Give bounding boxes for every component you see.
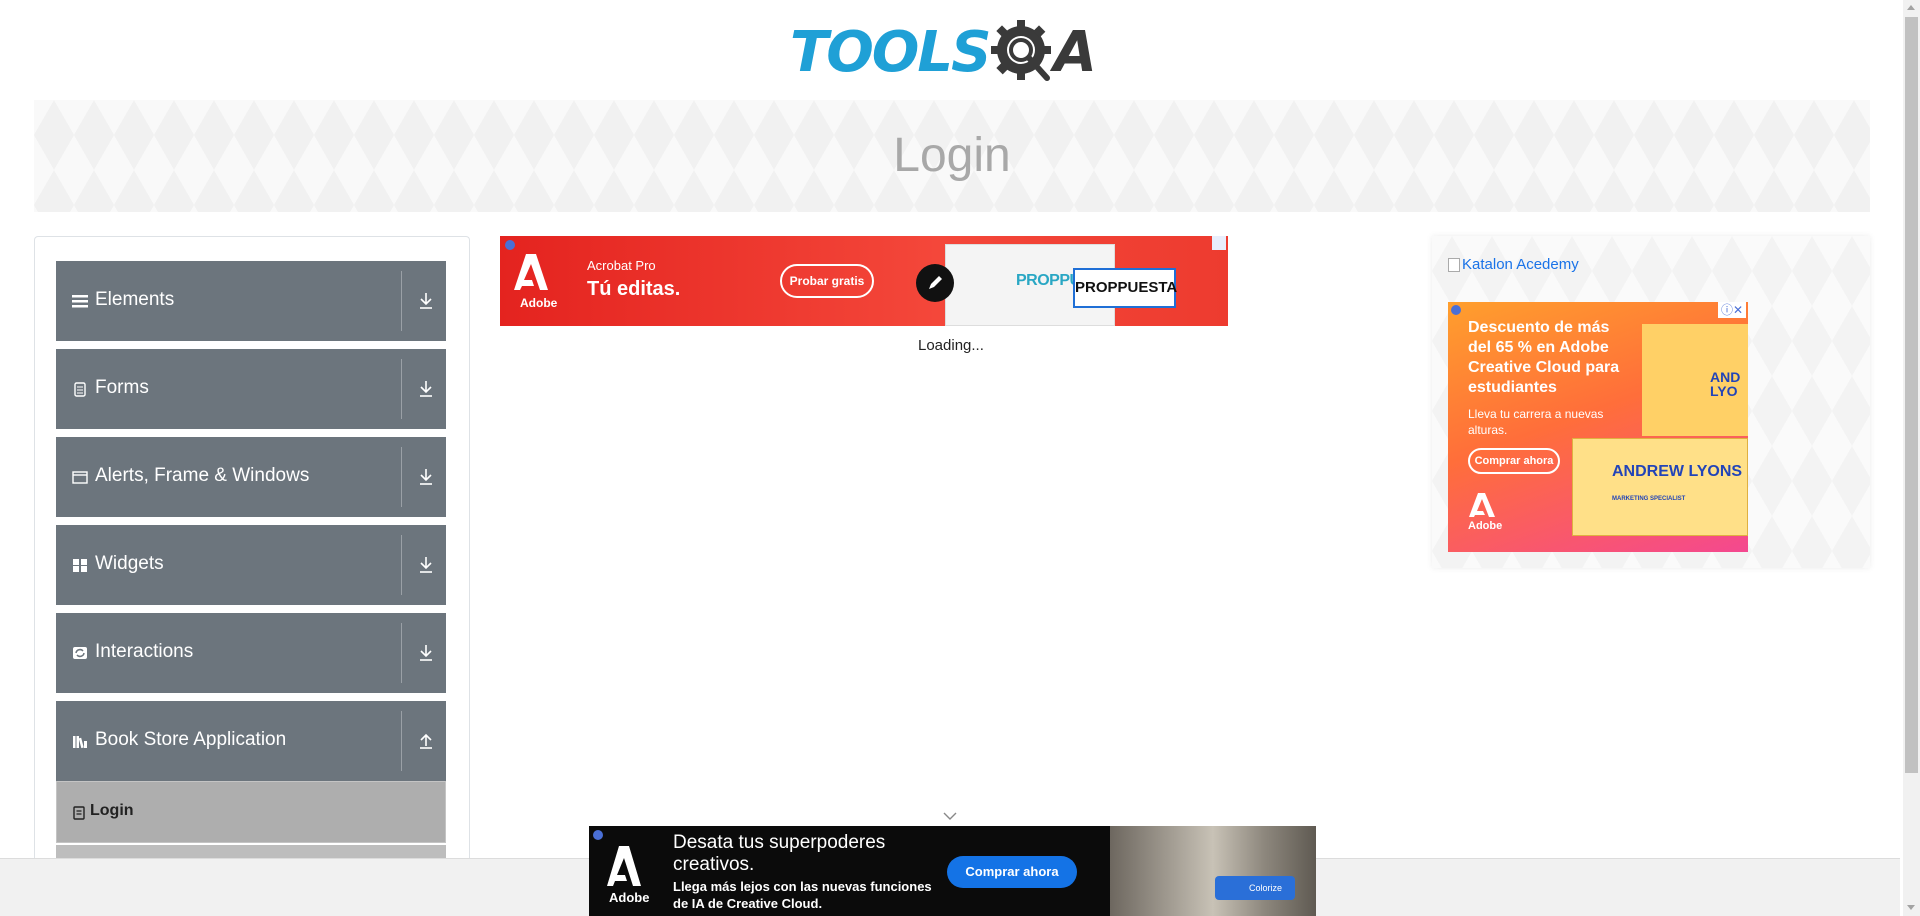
widgets-grid-icon xyxy=(72,557,88,573)
ad-card-text: AND LYO xyxy=(1710,369,1741,399)
ad-subtext: Llega más lejos con las nuevas funciones… xyxy=(673,879,932,911)
adobe-brand-text: Adobe xyxy=(1468,520,1503,532)
download-arrow-icon[interactable] xyxy=(418,291,434,311)
logo-a-text: A xyxy=(1053,19,1097,85)
colorize-toggle: Colorize xyxy=(1215,876,1295,900)
sidebar-group-label: Elements xyxy=(95,289,175,310)
gear-magnifier-icon xyxy=(991,20,1055,84)
sidebar-item-login[interactable]: Login xyxy=(56,781,446,843)
sidebar-group-label: Interactions xyxy=(95,641,194,662)
ad-choices-icon[interactable] xyxy=(1212,236,1226,250)
divider xyxy=(401,535,402,595)
sidebar-group-widgets[interactable]: Widgets xyxy=(56,525,446,605)
download-arrow-icon[interactable] xyxy=(418,379,434,399)
download-arrow-icon[interactable] xyxy=(418,643,434,663)
interactions-icon xyxy=(72,645,88,661)
adobe-logo-icon xyxy=(605,842,643,888)
ad-headline: Desata tus superpoderes creativos. xyxy=(673,832,886,875)
adobe-logo-icon xyxy=(1468,492,1496,518)
pen-icon xyxy=(916,264,954,302)
ad-card-role: MARKETING SPECIALIST xyxy=(1612,496,1686,502)
right-ad-panel: Katalon Acedemy ⓘ✕ AND LYO ANDREW LYONS … xyxy=(1432,236,1870,568)
sidebar-group-label: Forms xyxy=(95,377,149,398)
ad-cta-button[interactable]: Probar gratis xyxy=(780,264,874,298)
ad-headline: Tú editas. xyxy=(587,278,681,300)
chevron-down-icon[interactable] xyxy=(943,808,957,820)
ad-cta-button[interactable]: Comprar ahora xyxy=(1468,448,1560,474)
ad-close-icon[interactable]: ⓘ✕ xyxy=(1718,302,1746,318)
window-icon xyxy=(72,469,88,485)
ad-product-text: Acrobat Pro xyxy=(587,258,656,273)
acrobat-ad-banner[interactable]: Adobe Acrobat Pro Tú editas. Probar grat… xyxy=(500,236,1228,326)
ad-headline: Descuento de más del 65 % en Adobe Creat… xyxy=(1468,319,1620,396)
loading-text: Loading... xyxy=(918,337,984,354)
scrollbar-thumb[interactable] xyxy=(1905,17,1918,773)
sidebar-group-elements[interactable]: Elements xyxy=(56,261,446,341)
left-sidebar: Elements Forms Alerts, Frame & Windows W… xyxy=(34,236,470,916)
ad-badge-icon xyxy=(505,240,515,250)
document-icon xyxy=(72,381,88,397)
divider xyxy=(401,711,402,771)
divider xyxy=(401,447,402,507)
vintage-photo-image xyxy=(1110,826,1316,916)
sidebar-group-alerts[interactable]: Alerts, Frame & Windows xyxy=(56,437,446,517)
id-card-icon xyxy=(73,806,85,820)
upload-arrow-icon[interactable] xyxy=(418,731,434,751)
sidebar-group-forms[interactable]: Forms xyxy=(56,349,446,429)
sidebar-item-label: Login xyxy=(90,802,134,819)
sidebar-group-interactions[interactable]: Interactions xyxy=(56,613,446,693)
sidebar-group-label: Widgets xyxy=(95,553,164,574)
katalon-link-text: Katalon Acedemy xyxy=(1462,256,1579,273)
ad-selection-box: PROPPUESTA xyxy=(1073,268,1177,308)
logo-tools-text: TOOLS xyxy=(790,19,991,85)
broken-image-icon xyxy=(1448,257,1460,272)
divider xyxy=(401,271,402,331)
books-icon xyxy=(72,733,88,749)
page-banner: Login xyxy=(34,100,1870,212)
download-arrow-icon[interactable] xyxy=(418,555,434,575)
sidebar-group-label: Alerts, Frame & Windows xyxy=(95,465,310,486)
ad-subtext: Lleva tu carrera a nuevas alturas. xyxy=(1468,407,1604,437)
ad-badge-icon xyxy=(1451,305,1461,315)
sidebar-group-label: Book Store Application xyxy=(95,729,287,750)
ad-business-card xyxy=(1572,438,1748,536)
download-arrow-icon[interactable] xyxy=(418,467,434,487)
adobe-brand-text: Adobe xyxy=(520,296,558,310)
creative-cloud-bottom-ad[interactable]: Adobe Desata tus superpoderes creativos.… xyxy=(589,826,1316,916)
ad-card-name: ANDREW LYONS xyxy=(1612,463,1743,480)
toolsqa-logo[interactable]: TOOLS A xyxy=(790,14,1097,90)
scroll-up-arrow-icon[interactable] xyxy=(1907,5,1915,10)
sidebar-group-book-store[interactable]: Book Store Application xyxy=(56,701,446,781)
page-title: Login xyxy=(893,129,1011,182)
katalon-academy-link[interactable]: Katalon Acedemy xyxy=(1448,256,1579,273)
adobe-brand-text: Adobe xyxy=(609,890,650,905)
creative-cloud-ad[interactable]: ⓘ✕ AND LYO ANDREW LYONS MARKETING SPECIA… xyxy=(1448,302,1748,552)
divider xyxy=(401,623,402,683)
hamburger-icon xyxy=(72,293,88,309)
ad-badge-icon xyxy=(593,830,603,840)
divider xyxy=(401,359,402,419)
scroll-down-arrow-icon[interactable] xyxy=(1907,905,1915,910)
ad-cta-button[interactable]: Comprar ahora xyxy=(947,856,1077,888)
site-header: TOOLS A xyxy=(0,0,1900,100)
